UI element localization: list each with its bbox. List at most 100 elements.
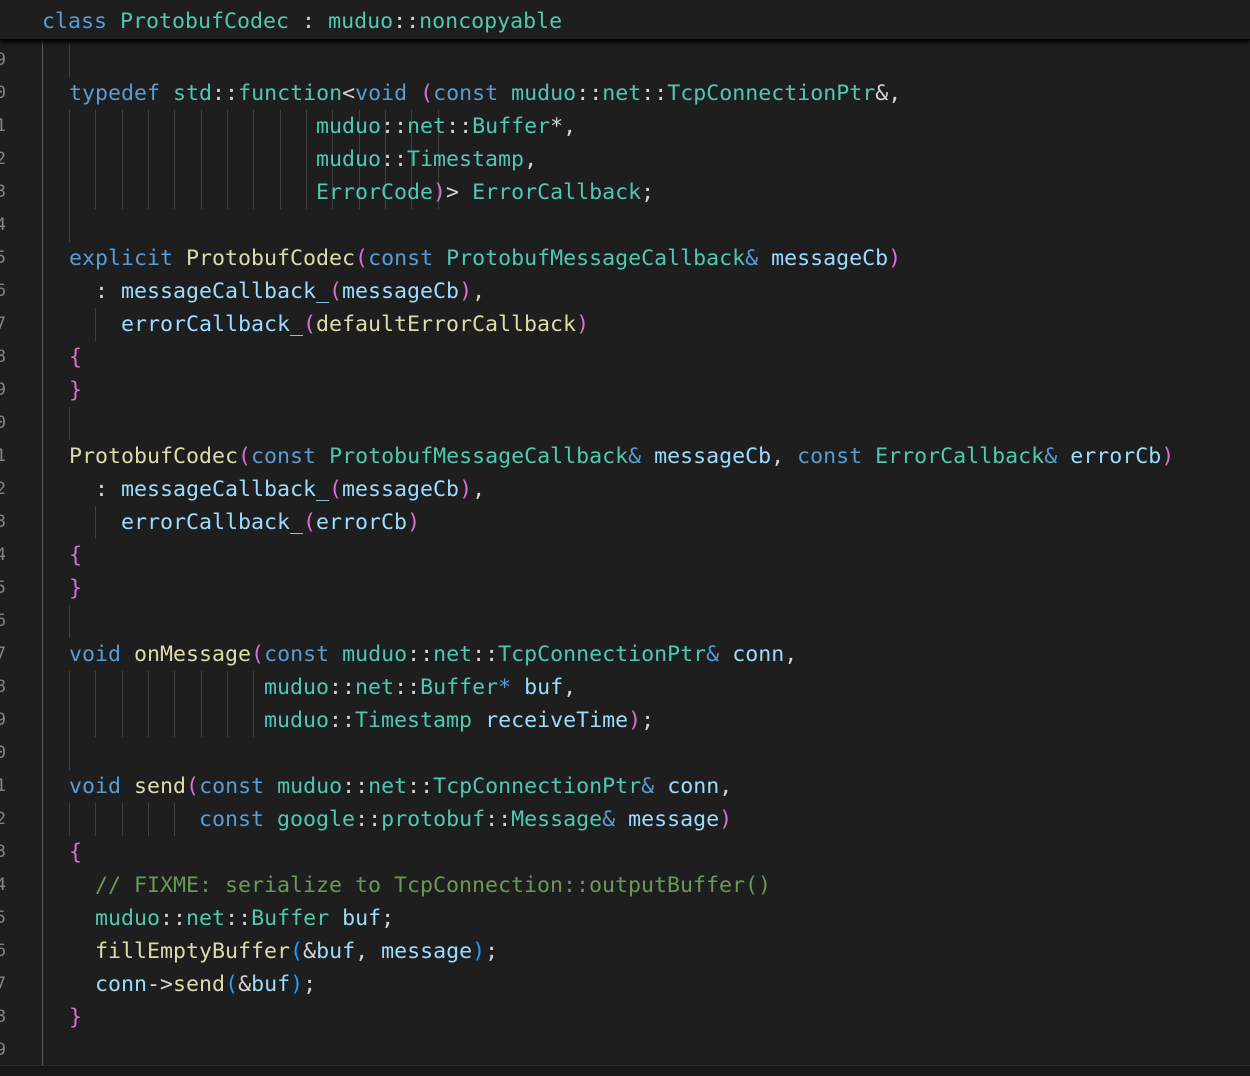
code-token: &	[745, 246, 759, 271]
code-token: muduo	[342, 642, 408, 667]
code-token: (	[238, 444, 252, 469]
code-token: muduo	[95, 906, 161, 931]
line-number: 2	[0, 809, 6, 829]
code-line[interactable]: conn->send(&buf);	[69, 968, 316, 1001]
code-token: ;	[641, 180, 655, 205]
code-line[interactable]: fillEmptyBuffer(&buf, message);	[69, 935, 498, 968]
code-token: Buffer	[420, 675, 499, 700]
code-token: google	[277, 807, 356, 832]
code-token: &	[1044, 444, 1058, 469]
code-token: Message	[511, 807, 603, 832]
code-token: )	[888, 246, 902, 271]
code-line[interactable]: muduo::net::Buffer buf;	[69, 902, 394, 935]
line-number: 9	[0, 710, 6, 730]
code-token: {	[69, 840, 83, 865]
code-line[interactable]: {	[69, 341, 82, 374]
code-token: ->	[147, 972, 174, 997]
code-token: :	[69, 477, 122, 502]
code-line[interactable]: {	[69, 836, 82, 869]
line-number: 4	[0, 545, 6, 565]
code-line[interactable]: muduo::net::Buffer* buf,	[69, 671, 576, 704]
code-token: &	[641, 774, 655, 799]
code-token: )	[459, 477, 473, 502]
code-token: ::	[329, 708, 356, 733]
indent-guide-class	[42, 39, 43, 1065]
line-number: 8	[0, 677, 6, 697]
code-token: )	[290, 972, 304, 997]
code-token: ,	[472, 477, 486, 502]
code-token: )	[433, 180, 447, 205]
line-number: 0	[0, 83, 6, 103]
code-token: buf	[316, 939, 356, 964]
code-token: :	[69, 279, 122, 304]
code-token: *,	[550, 114, 577, 139]
code-line[interactable]: }	[69, 572, 82, 605]
code-line[interactable]: }	[69, 374, 82, 407]
code-token: const	[199, 807, 265, 832]
code-line[interactable]: ErrorCode)> ErrorCallback;	[69, 176, 654, 209]
code-token: ,	[524, 147, 538, 172]
code-token: ::	[394, 675, 421, 700]
code-token: muduo	[277, 774, 343, 799]
code-line[interactable]: const google::protobuf::Message& message…	[69, 803, 732, 836]
code-line[interactable]: muduo::Timestamp receiveTime);	[69, 704, 654, 737]
code-line[interactable]: : messageCallback_(messageCb),	[69, 473, 485, 506]
code-token: &	[628, 444, 642, 469]
code-token: TcpConnectionPtr	[498, 642, 707, 667]
code-token: (	[329, 279, 343, 304]
code-token: )	[1161, 444, 1175, 469]
sticky-scroll-header[interactable]: class ProtobufCodec : muduo::noncopyable	[0, 0, 1250, 40]
code-token: )	[407, 510, 421, 535]
code-token: Buffer	[472, 114, 551, 139]
line-number: 0	[0, 413, 6, 433]
code-line[interactable]: {	[69, 539, 82, 572]
code-token: (	[420, 81, 434, 106]
code-token: void	[355, 81, 408, 106]
code-line[interactable]: errorCallback_(defaultErrorCallback)	[69, 308, 589, 341]
code-token: &	[706, 642, 720, 667]
code-line[interactable]: : messageCallback_(messageCb),	[69, 275, 485, 308]
code-line[interactable]: errorCallback_(errorCb)	[69, 506, 420, 539]
code-line[interactable]: muduo::Timestamp,	[69, 143, 537, 176]
code-token: net	[433, 642, 473, 667]
line-number: 7	[0, 314, 6, 334]
code-token: std	[173, 81, 213, 106]
code-token: ,	[784, 642, 798, 667]
code-token: )	[719, 807, 733, 832]
line-number: 9	[0, 50, 6, 70]
code-token: (	[186, 774, 200, 799]
code-line[interactable]: }	[69, 1001, 82, 1034]
code-line[interactable]: ProtobufCodec(const ProtobufMessageCallb…	[69, 440, 1174, 473]
indent-guide	[69, 209, 70, 242]
code-token: ,	[472, 279, 486, 304]
indent-guide	[69, 407, 70, 440]
code-token: }	[69, 1005, 83, 1030]
line-number: 0	[0, 743, 6, 763]
code-line[interactable]: muduo::net::Buffer*,	[69, 110, 576, 143]
code-editor[interactable]: 39012345678901234567890123456789 typedef…	[0, 0, 1250, 1076]
code-token: send	[134, 774, 187, 799]
code-token: message	[628, 807, 720, 832]
code-line[interactable]: void send(const muduo::net::TcpConnectio…	[69, 770, 732, 803]
code-line[interactable]: // FIXME: serialize to TcpConnection::ou…	[69, 869, 771, 902]
code-token: void	[69, 642, 122, 667]
code-token: ;	[485, 939, 499, 964]
code-line[interactable]: typedef std::function<void (const muduo:…	[69, 77, 901, 110]
code-token: )	[628, 708, 642, 733]
code-token: const	[368, 246, 434, 271]
code-token: typedef	[69, 81, 161, 106]
code-token: ;	[381, 906, 395, 931]
sticky-class-declaration[interactable]: class ProtobufCodec : muduo::noncopyable	[42, 5, 562, 38]
code-line[interactable]: void onMessage(const muduo::net::TcpConn…	[69, 638, 797, 671]
line-number: 8	[0, 347, 6, 367]
code-token: ;	[641, 708, 655, 733]
code-line[interactable]: explicit ProtobufCodec(const ProtobufMes…	[69, 242, 901, 275]
code-token: errorCb	[316, 510, 408, 535]
